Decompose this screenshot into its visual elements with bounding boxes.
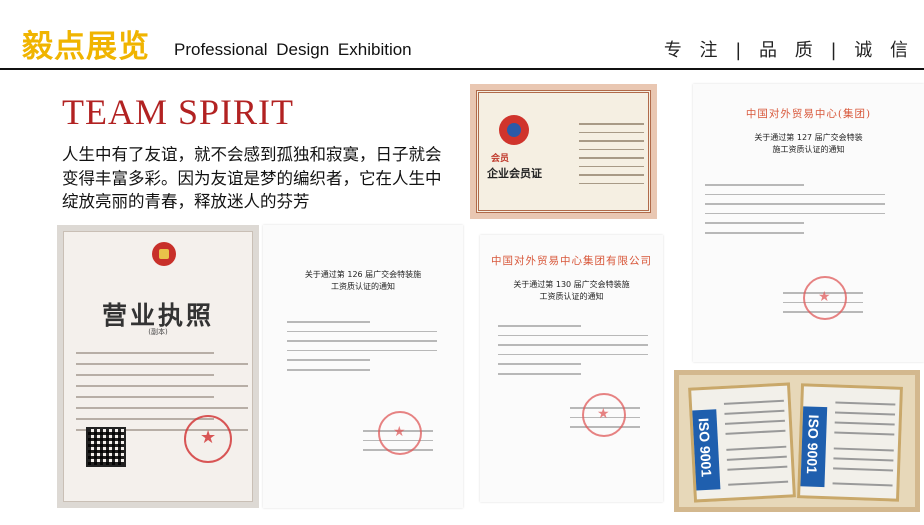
iso-label: ISO 9001: [695, 417, 715, 478]
official-seal-icon: [184, 415, 232, 463]
notice-127-body-lines: [705, 184, 885, 242]
member-logo-icon: [499, 115, 529, 145]
notice-130-heading: 关于通过第 130 届广交会特装施工资质认证的通知: [513, 280, 630, 301]
notice-130-body-lines: [498, 325, 648, 383]
notice-126-body-lines: [287, 321, 437, 379]
iso-label: ISO 9001: [803, 414, 822, 475]
section-title: TEAM SPIRIT: [62, 92, 295, 132]
iso-certificate-card: ISO 9001: [797, 383, 903, 502]
notice-127-heading: 关于通过第 127 届广交会特装施工资质认证的通知: [754, 133, 863, 154]
notice-126-heading: 关于通过第 126 届广交会特装施工资质认证的通知: [304, 270, 422, 291]
qr-code-icon: [86, 427, 126, 467]
member-badge: 会员: [491, 154, 510, 164]
notice-126-seal-icon: [378, 411, 422, 455]
header-divider: [0, 68, 924, 70]
notice-126-image: 关于通过第 126 届广交会特装施工资质认证的通知: [263, 225, 463, 508]
notice-127-image: 中国对外贸易中心(集团) 关于通过第 127 届广交会特装施工资质认证的通知: [693, 84, 924, 362]
section-intro-text: 人生中有了友谊，就不会感到孤独和寂寞，日子就会变得丰富多彩。因为友谊是梦的编织者…: [62, 145, 442, 211]
business-license-image: 营业执照 (副本): [57, 225, 259, 508]
notice-130-org: 中国对外贸易中心集团有限公司: [491, 255, 652, 267]
member-certificate-title: 企业会员证: [487, 167, 542, 180]
notice-130-image: 中国对外贸易中心集团有限公司 关于通过第 130 届广交会特装施工资质认证的通知: [480, 235, 663, 502]
notice-130-seal-icon: [582, 393, 626, 437]
header-slogan: 专 注 | 品 质 | 诚 信: [663, 40, 914, 61]
iso-certificate-card: ISO 9001: [688, 382, 796, 503]
brand-logo-text: 毅点展览: [22, 29, 150, 65]
notice-127-org: 中国对外贸易中心(集团): [745, 108, 872, 120]
national-emblem-icon: [152, 242, 176, 266]
header-subtitle: Professional Design Exhibition: [174, 40, 412, 59]
license-copy-label: (副本): [148, 328, 168, 336]
member-text-lines: [579, 123, 644, 191]
notice-127-seal-icon: [803, 276, 847, 320]
iso-certificate-image: ISO 9001 ISO 9001: [674, 370, 920, 512]
membership-certificate-image: 会员 企业会员证: [470, 84, 657, 219]
